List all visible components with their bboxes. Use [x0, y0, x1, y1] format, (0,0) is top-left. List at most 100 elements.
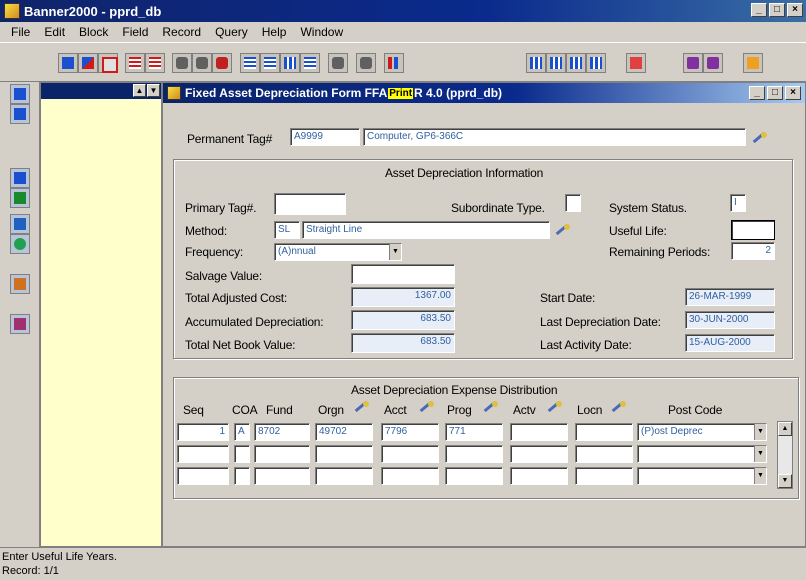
total-adjusted-cost-label: Total Adjusted Cost:	[185, 291, 288, 305]
calendar-icon[interactable]	[10, 214, 30, 234]
row1-locn[interactable]	[575, 423, 633, 441]
row2-locn[interactable]	[575, 445, 633, 463]
previous-item-icon[interactable]	[566, 53, 586, 73]
next-block-icon[interactable]	[260, 53, 280, 73]
menu-file[interactable]: File	[4, 25, 37, 39]
list-icon[interactable]	[300, 53, 320, 73]
menu-window[interactable]: Window	[293, 25, 350, 39]
online-help-icon[interactable]	[743, 53, 763, 73]
row2-actv[interactable]	[510, 445, 568, 463]
row3-fund[interactable]	[254, 467, 310, 485]
chevron-down-icon[interactable]: ▼	[754, 424, 766, 440]
help-book-icon[interactable]	[703, 53, 723, 73]
next-record-icon[interactable]	[546, 53, 566, 73]
row3-orgn[interactable]	[315, 467, 373, 485]
rollback-icon[interactable]	[78, 53, 98, 73]
form-close-button[interactable]: ×	[785, 86, 801, 100]
spl-icon[interactable]	[10, 274, 30, 294]
panel-dropdown-button[interactable]: ▼	[147, 84, 160, 97]
insert-record-icon[interactable]	[125, 53, 145, 73]
orgn-lov-icon[interactable]	[352, 399, 372, 419]
form-minimize-button[interactable]: _	[749, 86, 765, 100]
useful-life-field[interactable]	[731, 220, 775, 240]
method-lov-icon[interactable]	[553, 222, 573, 242]
depreciation-info-group	[173, 159, 793, 359]
row3-acct[interactable]	[381, 467, 439, 485]
row2-prog[interactable]	[445, 445, 503, 463]
row1-orgn[interactable]: 49702	[315, 423, 373, 441]
edit-icon[interactable]	[328, 53, 348, 73]
row2-coa[interactable]	[234, 445, 250, 463]
row2-fund[interactable]	[254, 445, 310, 463]
locn-lov-icon[interactable]	[609, 399, 629, 419]
row3-actv[interactable]	[510, 467, 568, 485]
chevron-down-icon[interactable]: ▼	[754, 446, 766, 462]
acct-lov-icon[interactable]	[417, 399, 437, 419]
row1-post-code-select[interactable]: (P)ost Deprec ▼	[637, 423, 767, 441]
row1-prog[interactable]: 771	[445, 423, 503, 441]
save-icon[interactable]	[58, 53, 78, 73]
row3-prog[interactable]	[445, 467, 503, 485]
globe-icon[interactable]	[10, 234, 30, 254]
message-icon[interactable]	[626, 53, 646, 73]
bookmark-icon[interactable]	[683, 53, 703, 73]
calculator-icon[interactable]	[10, 84, 30, 104]
subordinate-type-field[interactable]	[565, 194, 581, 212]
search-lov-icon[interactable]	[750, 130, 770, 150]
cancel-query-icon[interactable]	[212, 53, 232, 73]
row3-seq[interactable]	[177, 467, 229, 485]
row2-post-code-select[interactable]: ▼	[637, 445, 767, 463]
row2-orgn[interactable]	[315, 445, 373, 463]
word-icon[interactable]	[10, 168, 30, 188]
row3-coa[interactable]	[234, 467, 250, 485]
row1-seq[interactable]: 1	[177, 423, 229, 441]
sem-icon[interactable]	[10, 314, 30, 334]
status-hint: Enter Useful Life Years.	[2, 551, 117, 563]
salvage-value-field[interactable]	[351, 264, 455, 284]
row1-fund[interactable]: 8702	[254, 423, 310, 441]
row1-acct[interactable]: 7796	[381, 423, 439, 441]
frequency-select[interactable]: (A)nnual ▼	[274, 243, 402, 261]
scroll-up-icon[interactable]: ▲	[778, 422, 792, 436]
chevron-down-icon[interactable]: ▼	[389, 244, 401, 260]
method-code-field[interactable]: SL	[274, 221, 300, 239]
scroll-down-icon[interactable]: ▼	[778, 474, 792, 488]
previous-block-icon[interactable]	[240, 53, 260, 73]
row1-actv[interactable]	[510, 423, 568, 441]
menu-query[interactable]: Query	[208, 25, 255, 39]
maximize-button[interactable]: □	[769, 3, 785, 17]
remaining-periods-field[interactable]: 2	[731, 242, 775, 260]
prog-lov-icon[interactable]	[481, 399, 501, 419]
excel-icon[interactable]	[10, 188, 30, 208]
menu-block[interactable]: Block	[72, 25, 115, 39]
remove-record-icon[interactable]	[145, 53, 165, 73]
menu-help[interactable]: Help	[255, 25, 294, 39]
menu-edit[interactable]: Edit	[37, 25, 72, 39]
count-query-icon[interactable]	[280, 53, 300, 73]
system-status-field[interactable]: I	[730, 194, 746, 212]
previous-record-icon[interactable]	[526, 53, 546, 73]
close-button[interactable]: ×	[787, 3, 803, 17]
calendar-grid-icon[interactable]	[10, 104, 30, 124]
exit-icon[interactable]	[98, 53, 118, 73]
panel-collapse-button[interactable]: ▲	[133, 84, 146, 97]
menu-record[interactable]: Record	[155, 25, 208, 39]
next-item-icon[interactable]	[586, 53, 606, 73]
menu-field[interactable]: Field	[115, 25, 155, 39]
row3-post-code-select[interactable]: ▼	[637, 467, 767, 485]
primary-tag-field[interactable]	[274, 193, 346, 215]
print-icon[interactable]	[356, 53, 376, 73]
actv-lov-icon[interactable]	[545, 399, 565, 419]
row2-seq[interactable]	[177, 445, 229, 463]
distribution-scrollbar[interactable]: ▲ ▼	[777, 421, 793, 489]
execute-query-icon[interactable]	[192, 53, 212, 73]
permanent-tag-field[interactable]: A9999	[290, 128, 360, 146]
row1-coa[interactable]: A	[234, 423, 250, 441]
form-maximize-button[interactable]: □	[767, 86, 783, 100]
query-icon[interactable]	[172, 53, 192, 73]
row3-locn[interactable]	[575, 467, 633, 485]
chart-icon[interactable]	[384, 53, 404, 73]
row2-acct[interactable]	[381, 445, 439, 463]
minimize-button[interactable]: _	[751, 3, 767, 17]
chevron-down-icon[interactable]: ▼	[754, 468, 766, 484]
